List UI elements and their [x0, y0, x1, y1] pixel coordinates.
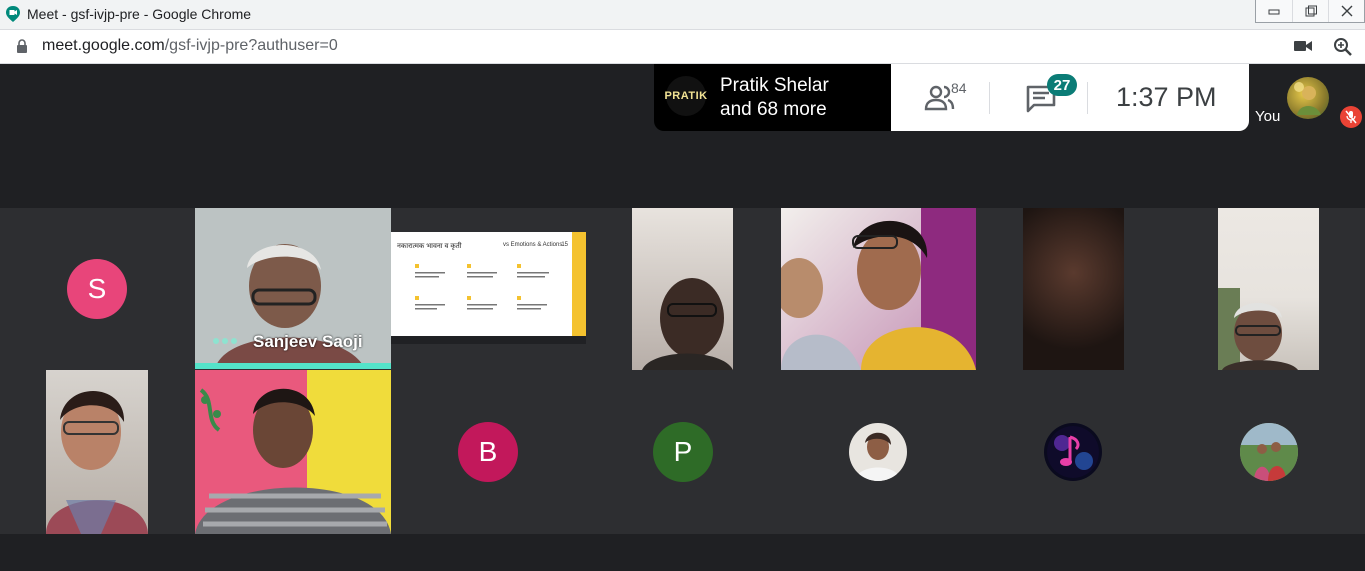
presentation-tile[interactable]: नकारात्मक भावना व कृती vs Emotions & Act…	[391, 232, 586, 344]
participant-avatar-p[interactable]: P	[653, 422, 713, 482]
participant-video	[642, 278, 733, 370]
meet-logo-icon	[6, 6, 20, 22]
avatar-initial: B	[478, 436, 498, 467]
self-photo	[1294, 82, 1321, 115]
presenter-name: Pratik Shelar	[720, 75, 829, 96]
meet-stage: PRATIK Pratik Shelar and 68 more 84 27 1…	[0, 64, 1365, 571]
slide-accent	[572, 232, 586, 336]
divider	[989, 82, 990, 114]
participant-photo-9[interactable]	[849, 423, 907, 481]
chat-count-badge: 27	[1047, 74, 1077, 96]
mic-off-indicator	[1340, 106, 1362, 128]
slide-page: 15	[561, 242, 568, 248]
self-avatar[interactable]	[1287, 77, 1329, 119]
slide-title-mr: नकारात्मक भावना व कृती	[397, 243, 462, 250]
video-tile-participant-3[interactable]	[632, 208, 733, 370]
lock-icon[interactable]	[15, 38, 29, 54]
mic-off-icon	[1345, 110, 1357, 124]
video-tile-participant-8[interactable]	[195, 370, 391, 534]
meeting-info-bar: 84 27 1:37 PM	[891, 64, 1249, 131]
window-title: Meet - gsf-ivjp-pre - Google Chrome	[27, 6, 252, 22]
restore-icon	[1305, 5, 1317, 17]
participant-video	[781, 208, 976, 370]
slide-body	[415, 264, 549, 310]
taskbar-strip	[391, 336, 586, 344]
minimize-icon	[1268, 9, 1280, 15]
url-path: /gsf-ivjp-pre?authuser=0	[164, 37, 338, 54]
clock: 1:37 PM	[1116, 82, 1217, 112]
profile-photo	[1240, 423, 1298, 481]
music-note-icon	[1047, 426, 1099, 478]
participant-photo-10[interactable]	[1044, 423, 1102, 481]
video-tile-participant-7[interactable]	[46, 370, 148, 534]
avatar-initial: P	[673, 436, 693, 467]
participant-video	[1218, 288, 1298, 370]
close-button[interactable]	[1328, 0, 1364, 22]
avatar-initial: S	[87, 273, 107, 304]
presenter-more: and 68 more	[720, 99, 827, 120]
divider	[1087, 82, 1088, 114]
slide-title-en: vs Emotions & Actions	[503, 242, 563, 248]
camera-icon[interactable]	[1293, 39, 1313, 53]
self-label: You	[1255, 108, 1281, 125]
presenter-chip[interactable]: PRATIK Pratik Shelar and 68 more	[654, 64, 891, 131]
participant-avatar-s[interactable]: S	[67, 259, 127, 319]
video-tile-participant-6[interactable]	[1218, 208, 1319, 370]
restore-button[interactable]	[1292, 0, 1328, 22]
address-bar[interactable]: meet.google.com/gsf-ivjp-pre?authuser=0	[0, 30, 1365, 64]
participant-photo-11[interactable]	[1240, 423, 1298, 481]
participant-avatar-b[interactable]: B	[458, 422, 518, 482]
zoom-icon[interactable]	[1333, 37, 1353, 57]
speaking-indicator	[213, 338, 237, 344]
window-controls	[1255, 0, 1365, 23]
active-speaker-bar	[195, 363, 391, 369]
url-text[interactable]: meet.google.com/gsf-ivjp-pre?authuser=0	[42, 37, 338, 55]
participant-video	[46, 390, 148, 534]
url-host: meet.google.com	[42, 37, 165, 54]
speaker-name-label: Sanjeev Saoji	[253, 332, 363, 351]
browser-title-bar: Meet - gsf-ivjp-pre - Google Chrome	[0, 0, 1365, 30]
video-tile-participant-5[interactable]	[1023, 208, 1124, 370]
video-tile-speaker[interactable]: Sanjeev Saoji	[195, 208, 391, 369]
participant-video	[195, 370, 391, 534]
people-count: 84	[951, 80, 967, 96]
presenter-logo: PRATIK	[664, 76, 707, 116]
minimize-button[interactable]	[1256, 0, 1292, 22]
video-tile-participant-4[interactable]	[781, 208, 976, 370]
close-icon	[1341, 5, 1352, 17]
profile-photo	[855, 432, 901, 481]
